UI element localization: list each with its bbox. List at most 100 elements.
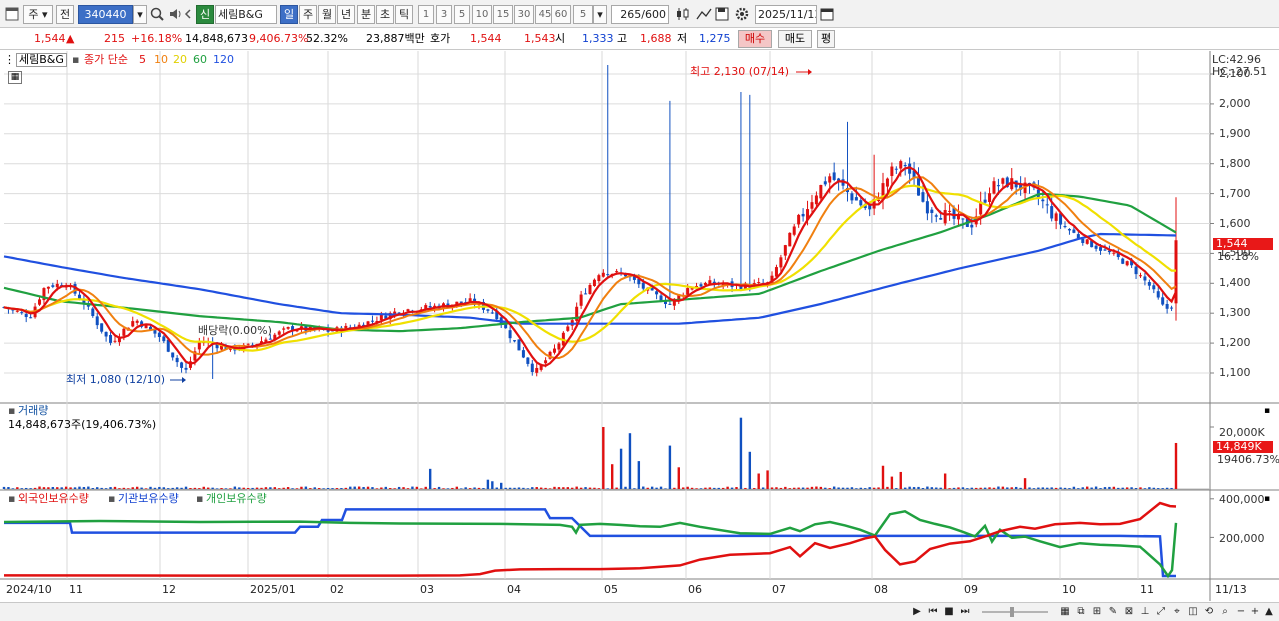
- zoom-in-icon[interactable]: +: [1248, 605, 1262, 619]
- volume-bar: [42, 487, 46, 489]
- interval-60[interactable]: 60: [551, 5, 571, 24]
- volume-bar: [224, 488, 228, 489]
- volume-bar: [646, 487, 649, 489]
- volume-bar: [788, 488, 791, 489]
- period-type-select[interactable]: 주 ▾: [23, 5, 53, 24]
- candle-body: [530, 363, 534, 373]
- volume-bar: [495, 487, 498, 489]
- search-icon[interactable]: [149, 6, 165, 22]
- candle-body: [131, 321, 135, 327]
- volume-bar: [815, 486, 818, 489]
- volume-bar: [664, 488, 667, 489]
- stop-icon[interactable]: ■: [942, 605, 956, 619]
- fit-icon[interactable]: ⤢: [1154, 605, 1168, 619]
- period-month-tab[interactable]: 월: [318, 5, 336, 24]
- candle-icon[interactable]: [675, 6, 691, 22]
- volume-bar: [1046, 487, 1049, 489]
- reset-icon[interactable]: ⟲: [1202, 605, 1216, 619]
- volume-bar: [939, 487, 942, 489]
- period-minute-tab[interactable]: 분: [357, 5, 375, 24]
- edit-icon[interactable]: ✎: [1106, 605, 1120, 619]
- volume-bar: [446, 488, 450, 489]
- interval-5[interactable]: 5: [454, 5, 470, 24]
- last-price-tag: 1,544: [1213, 238, 1273, 250]
- volume-bar: [642, 486, 645, 489]
- candle-body: [814, 195, 818, 205]
- interval-1[interactable]: 1: [418, 5, 434, 24]
- candle-body: [508, 330, 512, 339]
- compare-icon[interactable]: ⧉: [1074, 605, 1088, 619]
- period-tick-tab[interactable]: 틱: [395, 5, 413, 24]
- gear-icon[interactable]: [734, 6, 750, 22]
- y-tick-label: 1,400: [1219, 276, 1251, 290]
- sell-button[interactable]: 매도: [778, 30, 812, 48]
- chart-canvas[interactable]: [0, 51, 1279, 621]
- interval-30[interactable]: 30: [514, 5, 534, 24]
- volume-bar: [51, 486, 55, 489]
- period-day-tab[interactable]: 일: [280, 5, 298, 24]
- prev-button[interactable]: 전: [56, 5, 74, 24]
- first-icon[interactable]: ⏮: [926, 605, 940, 619]
- volume-bar: [708, 487, 712, 489]
- volume-bar: [1050, 487, 1053, 489]
- interval-10[interactable]: 10: [472, 5, 492, 24]
- volume-bar: [539, 487, 543, 489]
- volume-bar: [238, 487, 241, 489]
- last-icon[interactable]: ⏭: [958, 605, 972, 619]
- period-year-tab[interactable]: 년: [337, 5, 355, 24]
- save-icon[interactable]: [714, 6, 730, 22]
- zoom-slider[interactable]: [980, 605, 1050, 619]
- volume-bar: [881, 465, 885, 489]
- volume-close-icon[interactable]: ▪: [1264, 405, 1270, 417]
- interval-dropdown-button[interactable]: ▾: [593, 5, 607, 24]
- crosshair-icon[interactable]: ⌖: [1170, 605, 1184, 619]
- open-price: 1,333: [582, 32, 614, 45]
- pin-icon[interactable]: ⊥: [1138, 605, 1152, 619]
- search-icon[interactable]: ⌕: [1218, 605, 1232, 619]
- volume-bar: [491, 481, 494, 489]
- candle-body: [468, 298, 472, 302]
- period-week-tab[interactable]: 주: [299, 5, 317, 24]
- holding-bullet-1: ▪: [8, 492, 16, 505]
- candle-body: [894, 168, 898, 170]
- volume-bar: [1139, 487, 1142, 489]
- volume-bar: [859, 487, 863, 489]
- scroll-right-icon[interactable]: ▶: [910, 605, 924, 619]
- table-icon[interactable]: ▦: [8, 71, 22, 84]
- volume-bar: [602, 427, 605, 489]
- overlay-icon[interactable]: ⊞: [1090, 605, 1104, 619]
- interval-3[interactable]: 3: [436, 5, 452, 24]
- count-field[interactable]: 265/600: [611, 5, 669, 24]
- calendar-icon[interactable]: [819, 6, 835, 22]
- view-icon[interactable]: ◫: [1186, 605, 1200, 619]
- candle-body: [948, 210, 952, 212]
- candle-body: [992, 181, 996, 194]
- period-second-tab[interactable]: 초: [376, 5, 394, 24]
- volume-bar: [468, 488, 472, 489]
- date-field[interactable]: 2025/11/13: [755, 5, 817, 24]
- line-tool-icon[interactable]: [696, 6, 712, 22]
- buy-button[interactable]: 매수: [738, 30, 772, 48]
- stock-name-box[interactable]: 세림B&G: [16, 53, 67, 67]
- interval-15[interactable]: 15: [493, 5, 513, 24]
- candle-body: [996, 185, 1000, 187]
- candle-body: [832, 172, 836, 180]
- chart-area[interactable]: ⋮ 세림B&G ▪ 종가 단순 5 10 20 60 120 ▦ 최고 2,13…: [0, 51, 1279, 621]
- candle-body: [184, 367, 188, 370]
- volume-bar: [29, 488, 32, 489]
- candle-body: [566, 326, 570, 331]
- volume-bar: [1081, 487, 1084, 489]
- period-type-value: 주: [28, 8, 39, 21]
- stock-name-field[interactable]: 세림B&G: [215, 5, 277, 24]
- code-dropdown-button[interactable]: ▾: [133, 5, 147, 24]
- avg-button[interactable]: 평: [817, 30, 835, 48]
- window-icon[interactable]: [4, 6, 20, 22]
- holding-close-icon[interactable]: ▪: [1264, 493, 1270, 505]
- volume-bar: [158, 486, 161, 489]
- zoom-out-icon[interactable]: −: [1234, 605, 1248, 619]
- layout-icon[interactable]: ▦: [1058, 605, 1072, 619]
- stock-code-input[interactable]: 340440: [78, 5, 133, 24]
- expand-icon[interactable]: ▲: [1262, 605, 1276, 619]
- interval-value-select[interactable]: 5: [573, 5, 593, 24]
- indicator-icon[interactable]: ⊠: [1122, 605, 1136, 619]
